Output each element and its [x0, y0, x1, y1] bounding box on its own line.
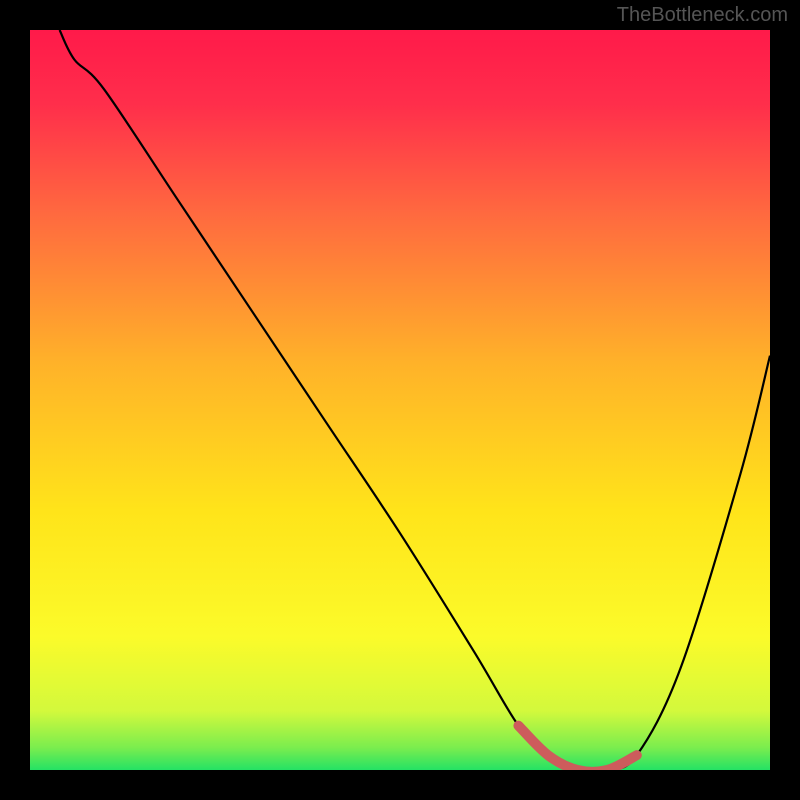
bottleneck-chart — [30, 30, 770, 770]
gradient-background — [30, 30, 770, 770]
chart-plot-area — [30, 30, 770, 770]
watermark-text: TheBottleneck.com — [617, 4, 788, 27]
